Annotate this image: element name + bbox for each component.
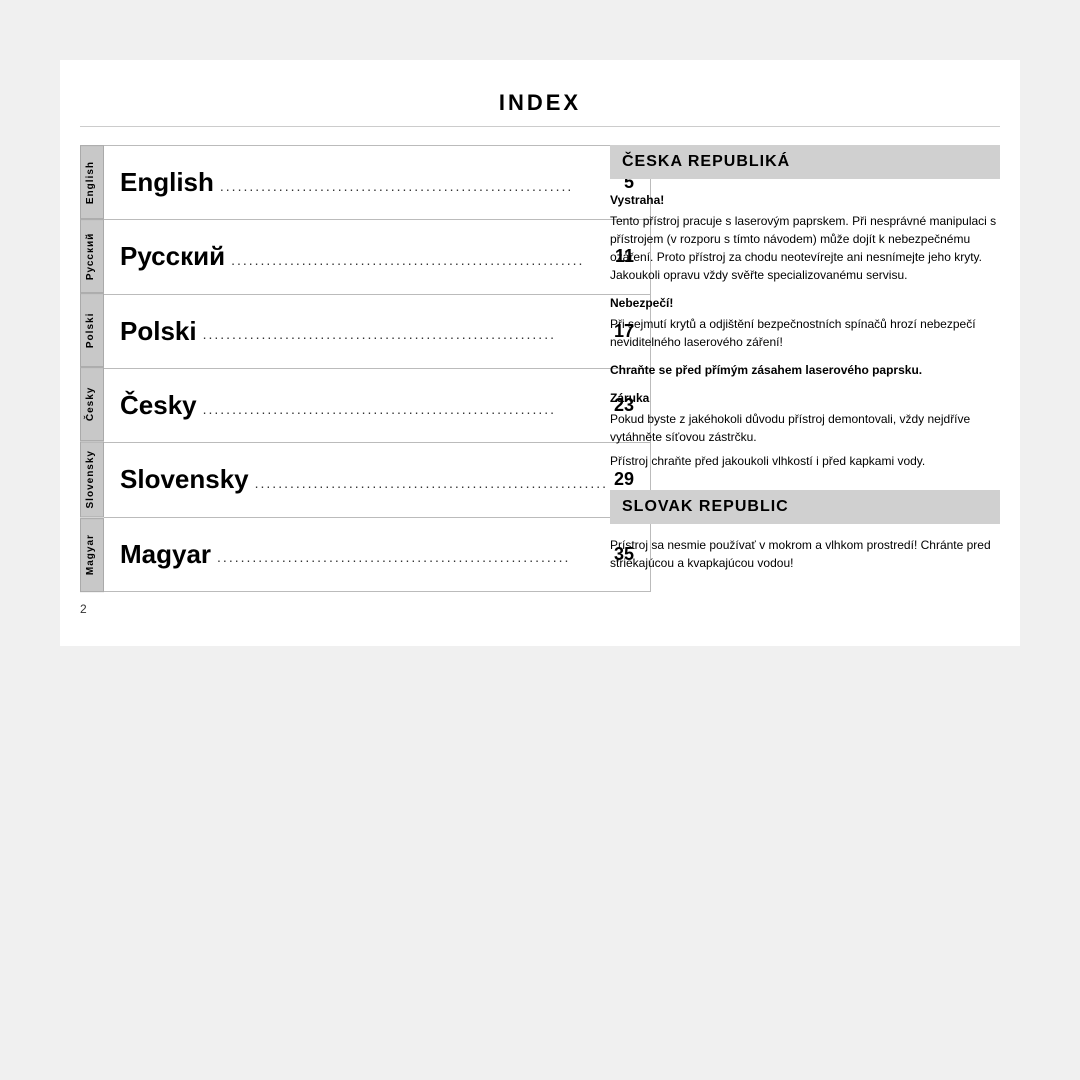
entry-row: Magyar..................................… (104, 518, 651, 592)
entry-name: Magyar (120, 539, 211, 570)
tab-label-slovensky: Slovensky (80, 441, 104, 517)
entry-dots: ........................................… (225, 252, 615, 268)
page-title: INDEX (80, 90, 1000, 127)
tab-label-english: English (80, 145, 104, 219)
entry-row: Česky...................................… (104, 369, 651, 443)
section-header-0: ČESKA REPUBLIKÁ (610, 145, 1000, 179)
sub-heading: Vystraha! (610, 191, 1000, 209)
section-header-1: SLOVAK REPUBLIC (610, 490, 1000, 524)
section-paragraph: Tento přístroj pracuje s laserovým paprs… (610, 212, 1000, 284)
sub-heading: Záruka (610, 389, 1000, 407)
entry-dots: ........................................… (214, 178, 624, 194)
entry-row: Русский.................................… (104, 220, 651, 294)
entry-dots: ........................................… (249, 475, 614, 491)
entry-name: Русский (120, 241, 225, 272)
sub-heading: Nebezpečí! (610, 294, 1000, 312)
entries-column: English.................................… (104, 145, 651, 592)
section-paragraph: Při sejmutí krytů a odjištění bezpečnost… (610, 315, 1000, 351)
section-paragraph: Prístroj sa nesmie používať v mokrom a v… (610, 536, 1000, 572)
main-content: EnglishРусскийPolskiČeskySlovenskyMagyar… (80, 145, 1000, 592)
section-paragraph: Pokud byste z jakéhokoli důvodu přístroj… (610, 410, 1000, 446)
right-column: ČESKA REPUBLIKÁ Vystraha! Tento přístroj p… (580, 145, 1000, 592)
entry-name: Polski (120, 316, 197, 347)
tab-label-polski: Polski (80, 293, 104, 367)
section-content-1: Prístroj sa nesmie používať v mokrom a v… (610, 536, 1000, 572)
entry-row: English.................................… (104, 145, 651, 220)
page-container: INDEX EnglishРусскийPolskiČeskySlovensky… (60, 60, 1020, 646)
tab-strip: EnglishРусскийPolskiČeskySlovenskyMagyar (80, 145, 104, 592)
entry-name: Česky (120, 390, 197, 421)
footer-page-number: 2 (80, 602, 1000, 616)
entry-dots: ........................................… (197, 401, 614, 417)
entry-name: Slovensky (120, 464, 249, 495)
section-paragraph: Přístroj chraňte před jakoukoli vlhkostí… (610, 452, 1000, 470)
tab-label-magyar: Magyar (80, 518, 104, 592)
section-content-0: Vystraha! Tento přístroj pracuje s lasero… (610, 191, 1000, 470)
entry-name: English (120, 167, 214, 198)
tab-label-česky: Česky (80, 367, 104, 441)
entry-row: Slovensky...............................… (104, 443, 651, 517)
sub-heading: Chraňte se před přímým zásahem laserovéh… (610, 361, 1000, 379)
entry-dots: ........................................… (211, 549, 614, 565)
tab-label-русский: Русский (80, 219, 104, 293)
entry-row: Polski..................................… (104, 295, 651, 369)
entry-dots: ........................................… (197, 326, 614, 342)
left-column: EnglishРусскийPolskiČeskySlovenskyMagyar… (80, 145, 580, 592)
